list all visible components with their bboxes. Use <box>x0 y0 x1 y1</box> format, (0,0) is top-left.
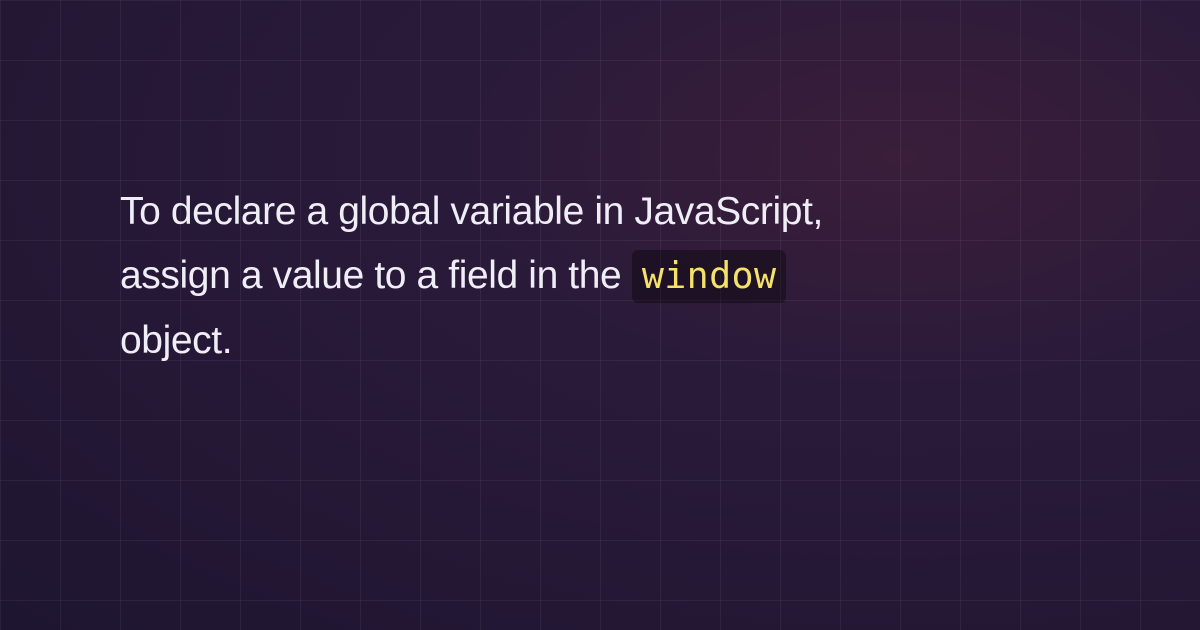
description-after-code: object. <box>120 319 232 362</box>
code-inline: window <box>632 250 787 303</box>
content-container: To declare a global variable in JavaScri… <box>0 0 1000 373</box>
description-text: To declare a global variable in JavaScri… <box>120 180 880 373</box>
